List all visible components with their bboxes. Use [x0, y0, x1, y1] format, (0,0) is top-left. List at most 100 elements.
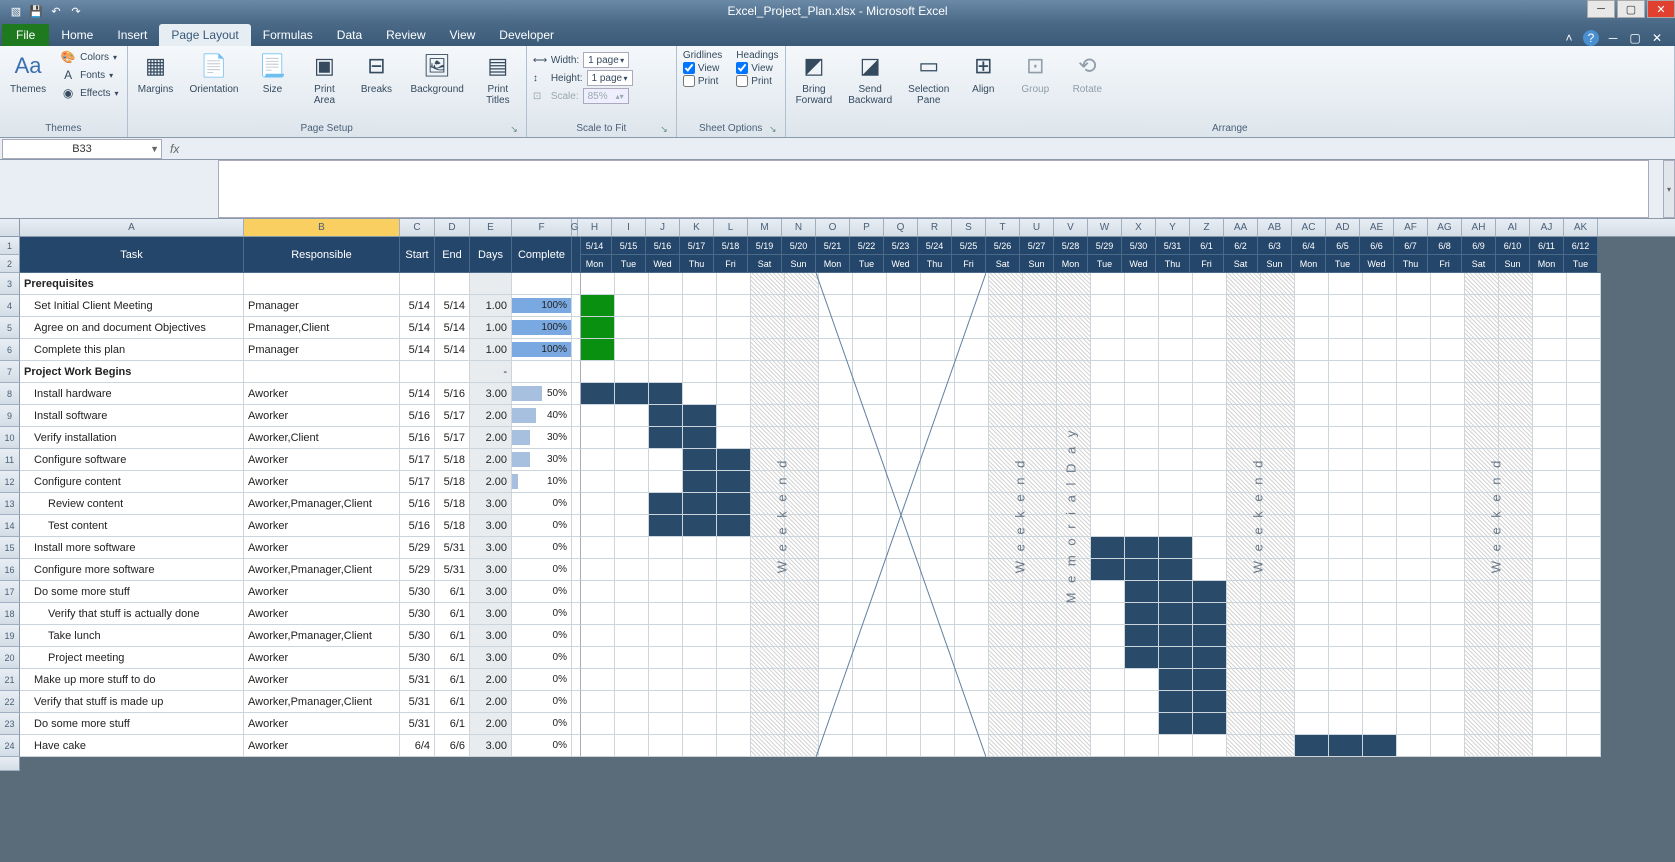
cell-complete[interactable]: 0% [512, 735, 572, 757]
date-header[interactable]: 6/4 [1292, 237, 1326, 255]
gantt-cell[interactable] [887, 515, 921, 537]
gantt-cell[interactable] [1499, 669, 1533, 691]
gantt-cell[interactable] [751, 361, 785, 383]
gantt-cell[interactable] [955, 735, 989, 757]
row-header[interactable]: 14 [0, 515, 20, 537]
cell-task[interactable]: Configure software [20, 449, 244, 471]
gantt-cell[interactable] [921, 691, 955, 713]
gantt-cell[interactable] [1499, 625, 1533, 647]
gantt-cell[interactable] [615, 427, 649, 449]
gantt-cell[interactable] [1567, 273, 1601, 295]
gantt-cell[interactable] [887, 471, 921, 493]
cell-end[interactable]: 5/16 [435, 383, 470, 405]
col-header-Y[interactable]: Y [1156, 219, 1190, 236]
dow-header[interactable]: Thu [680, 255, 714, 273]
cell-end[interactable]: 6/1 [435, 669, 470, 691]
gantt-cell[interactable] [989, 625, 1023, 647]
gantt-cell[interactable] [819, 713, 853, 735]
gantt-cell[interactable] [1363, 405, 1397, 427]
gantt-cell[interactable] [1159, 669, 1193, 691]
cell-responsible[interactable]: Aworker [244, 735, 400, 757]
gantt-cell[interactable] [683, 713, 717, 735]
cell-complete[interactable]: 50% [512, 383, 572, 405]
gantt-cell[interactable] [1397, 383, 1431, 405]
gantt-cell[interactable] [1431, 713, 1465, 735]
gantt-cell[interactable] [1057, 471, 1091, 493]
col-header-R[interactable]: R [918, 219, 952, 236]
gantt-cell[interactable] [1499, 603, 1533, 625]
gantt-cell[interactable] [1125, 581, 1159, 603]
gantt-cell[interactable] [1057, 317, 1091, 339]
gantt-cell[interactable] [1057, 273, 1091, 295]
themes-button[interactable]: Aa Themes [6, 48, 50, 97]
gantt-cell[interactable] [717, 317, 751, 339]
cell-days[interactable]: 3.00 [470, 581, 512, 603]
gantt-cell[interactable] [819, 427, 853, 449]
gantt-cell[interactable] [1227, 691, 1261, 713]
row-header[interactable]: 3 [0, 273, 20, 295]
gantt-cell[interactable] [1533, 537, 1567, 559]
gantt-cell[interactable] [751, 691, 785, 713]
gantt-cell[interactable] [1499, 449, 1533, 471]
gantt-cell[interactable] [989, 669, 1023, 691]
gantt-cell[interactable] [1329, 537, 1363, 559]
fx-icon[interactable]: fx [170, 142, 179, 156]
cell-end[interactable]: 6/1 [435, 581, 470, 603]
row-header[interactable]: 1 [0, 237, 20, 255]
spacer[interactable] [572, 449, 581, 471]
gantt-cell[interactable] [1533, 471, 1567, 493]
col-header-X[interactable]: X [1122, 219, 1156, 236]
gantt-cell[interactable] [1295, 361, 1329, 383]
gantt-cell[interactable] [717, 647, 751, 669]
gantt-cell[interactable] [989, 603, 1023, 625]
gantt-cell[interactable] [1057, 361, 1091, 383]
gantt-cell[interactable] [1023, 427, 1057, 449]
window-restore-icon[interactable]: ▢ [1627, 30, 1643, 46]
gantt-cell[interactable] [1397, 669, 1431, 691]
col-header-AI[interactable]: AI [1496, 219, 1530, 236]
date-header[interactable]: 5/30 [1122, 237, 1156, 255]
gantt-cell[interactable] [1057, 339, 1091, 361]
gantt-cell[interactable] [1499, 361, 1533, 383]
gantt-cell[interactable] [955, 493, 989, 515]
row-header[interactable]: 24 [0, 735, 20, 757]
date-header[interactable]: 5/24 [918, 237, 952, 255]
gantt-cell[interactable] [1499, 427, 1533, 449]
gantt-cell[interactable] [1227, 449, 1261, 471]
cell-responsible[interactable]: Aworker,Pmanager,Client [244, 493, 400, 515]
gantt-cell[interactable] [717, 603, 751, 625]
gantt-cell[interactable] [1125, 339, 1159, 361]
dow-header[interactable]: Tue [1326, 255, 1360, 273]
spreadsheet-grid[interactable]: ABCDEFGHIJKLMNOPQRSTUVWXYZAAABACADAEAFAG… [0, 219, 1675, 771]
dow-header[interactable]: Thu [1156, 255, 1190, 273]
cell-complete[interactable]: 30% [512, 427, 572, 449]
gantt-cell[interactable] [717, 449, 751, 471]
gantt-cell[interactable] [1329, 405, 1363, 427]
cell-end[interactable]: 6/1 [435, 647, 470, 669]
gantt-cell[interactable] [1057, 405, 1091, 427]
formula-bar[interactable] [218, 160, 1649, 218]
gantt-cell[interactable] [785, 493, 819, 515]
cell-task[interactable]: Make up more stuff to do [20, 669, 244, 691]
gantt-cell[interactable] [1363, 339, 1397, 361]
gantt-cell[interactable] [751, 559, 785, 581]
gantt-cell[interactable] [853, 625, 887, 647]
gantt-cell[interactable] [751, 339, 785, 361]
gantt-cell[interactable] [955, 537, 989, 559]
gantt-cell[interactable] [785, 361, 819, 383]
gantt-cell[interactable] [1057, 713, 1091, 735]
dow-header[interactable]: Sun [1258, 255, 1292, 273]
date-header[interactable]: 5/26 [986, 237, 1020, 255]
gantt-cell[interactable] [1023, 735, 1057, 757]
gantt-cell[interactable] [581, 691, 615, 713]
cell-start[interactable]: 5/30 [400, 581, 435, 603]
gantt-cell[interactable] [615, 581, 649, 603]
cell-days[interactable]: - [470, 361, 512, 383]
date-header[interactable]: 5/20 [782, 237, 816, 255]
row-header[interactable]: 6 [0, 339, 20, 361]
gantt-cell[interactable] [615, 537, 649, 559]
gantt-cell[interactable] [1227, 647, 1261, 669]
gantt-cell[interactable] [1057, 427, 1091, 449]
gantt-cell[interactable] [1397, 515, 1431, 537]
width-spinner[interactable]: 1 page▾ [583, 52, 629, 68]
